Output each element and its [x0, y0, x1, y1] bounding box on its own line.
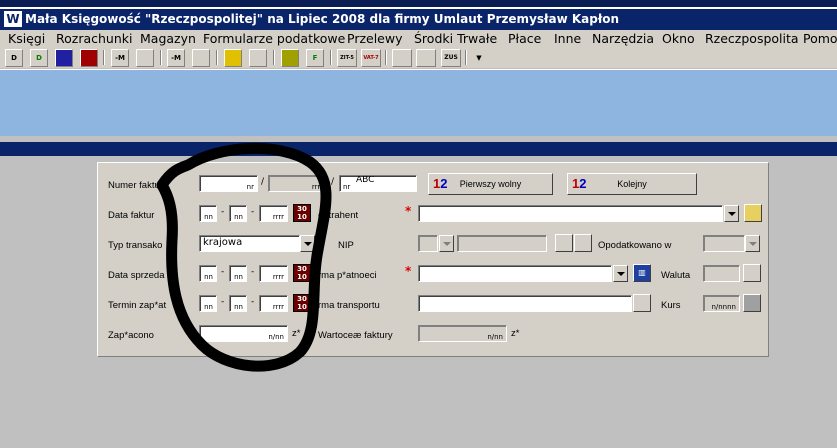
kontrahent-dropdown[interactable] — [724, 205, 739, 222]
kolejny-button[interactable]: 12 Kolejny — [567, 173, 697, 195]
kontrahent-folder-icon[interactable] — [744, 204, 762, 222]
toolbar-zit5-icon[interactable]: ZIT-5 — [337, 49, 357, 67]
numer-suffix-input[interactable]: ABC nr — [339, 175, 417, 192]
toolbar-red-book-icon[interactable] — [80, 49, 98, 67]
menu-srodki-trwale[interactable]: Środki Trwałe — [414, 31, 497, 46]
toolbar-folder-icon[interactable] — [224, 49, 242, 67]
menu-magazyn[interactable]: Magazyn — [140, 31, 196, 46]
toolbar-book-icon[interactable] — [55, 49, 73, 67]
document-header-band — [0, 142, 837, 156]
menu-bar: Księgi Rozrachunki Magazyn Formularze po… — [0, 30, 837, 48]
toolbar-d-green-icon[interactable]: D — [30, 49, 48, 67]
menu-inne[interactable]: Inne — [554, 31, 581, 46]
menu-ksiegi[interactable]: Księgi — [8, 31, 45, 46]
menu-formularze[interactable]: Formularze podatkowe — [203, 31, 345, 46]
kontrahent-input[interactable] — [418, 205, 723, 222]
opodatkowano-dropdown — [745, 235, 760, 252]
title-bar: W Mała Księgowość "Rzeczpospolitej" na L… — [0, 0, 837, 30]
required-mark: * — [405, 204, 412, 218]
menu-rozrachunki[interactable]: Rozrachunki — [56, 31, 132, 46]
data-faktury-label: Data faktur — [108, 210, 155, 221]
kurs-icon — [743, 294, 761, 312]
toolbar-person-icon[interactable] — [249, 49, 267, 67]
bank-icon[interactable]: ▥ — [633, 264, 651, 282]
app-logo-icon[interactable]: W — [4, 11, 22, 27]
waluta-label: Waluta — [661, 270, 691, 281]
nip-input — [457, 235, 547, 252]
opodatkowano-label: Opodatkowano w — [598, 240, 672, 251]
toolbar: D D -M -M F ZIT-5 VAT-7 ZUS ▼ — [0, 48, 837, 68]
kurs-placeholder: n/nnnn — [711, 303, 736, 311]
opodatkowano-select — [703, 235, 745, 252]
wartosc-unit: z* — [511, 328, 520, 339]
toolbar-f-icon[interactable]: F — [306, 49, 324, 67]
hand-drawn-circle-annotation — [156, 143, 332, 372]
toolbar-document2-icon[interactable] — [192, 49, 210, 67]
toolbar-separator — [385, 50, 387, 65]
toolbar-separator — [273, 50, 275, 65]
toolbar-separator — [216, 50, 218, 65]
top-strip — [0, 0, 837, 7]
numer-suffix-value: ABC — [356, 175, 375, 185]
nip-check-icon[interactable] — [555, 234, 573, 252]
toolbar-separator — [330, 50, 332, 65]
toolbar-separator — [103, 50, 105, 65]
forma-transportu-input[interactable] — [418, 295, 632, 312]
nip-prefix-select — [418, 235, 438, 252]
toolbar-m-icon[interactable]: -M — [111, 49, 129, 67]
toolbar-d-white-icon[interactable]: D — [5, 49, 23, 67]
waluta-field — [703, 265, 740, 282]
kurs-label: Kurs — [661, 300, 681, 311]
menu-okno[interactable]: Okno — [662, 31, 695, 46]
toolbar-separator — [465, 50, 467, 65]
kurs-field: n/nnnn — [703, 295, 740, 312]
required-mark: * — [405, 264, 412, 278]
window-title: Mała Księgowość "Rzeczpospolitej" na Lip… — [25, 12, 620, 26]
toolbar-separator — [160, 50, 162, 65]
toolbar-image-icon[interactable] — [281, 49, 299, 67]
menu-rzeczpospolita[interactable]: Rzeczpospolita — [705, 31, 799, 46]
toolbar-document-icon[interactable] — [136, 49, 154, 67]
toolbar-zus-icon[interactable]: ZUS — [441, 49, 461, 67]
wartosc-faktury-field: n/nn — [418, 325, 507, 342]
kolejny-label: Kolejny — [617, 179, 647, 189]
menu-pomoc[interactable]: Pomo — [803, 31, 837, 46]
menu-place[interactable]: Płace — [508, 31, 541, 46]
toolbar-vat7-icon[interactable]: VAT-7 — [361, 49, 381, 67]
waluta-table-icon[interactable] — [743, 264, 761, 282]
toolbar-m2-icon[interactable]: -M — [167, 49, 185, 67]
menu-przelewy[interactable]: Przelewy — [347, 31, 403, 46]
forma-platnosci-select[interactable] — [418, 265, 612, 282]
nip-prefix-dropdown — [439, 235, 454, 252]
pierwszy-wolny-label: Pierwszy wolny — [459, 179, 522, 189]
wartosc-placeholder: n/nn — [487, 333, 503, 341]
toolbar-dropdown-icon[interactable]: ▼ — [470, 49, 488, 67]
toolbar-form-icon[interactable] — [392, 49, 412, 67]
toolbar-form2-icon[interactable] — [416, 49, 436, 67]
nip-lookup-icon[interactable] — [574, 234, 592, 252]
forma-platnosci-dropdown[interactable] — [613, 265, 628, 282]
forma-transportu-list-icon[interactable] — [633, 294, 651, 312]
blue-header-panel — [0, 69, 837, 136]
zaplacono-label: Zap*acono — [108, 330, 154, 341]
menu-narzedzia[interactable]: Narzędzia — [592, 31, 654, 46]
pierwszy-wolny-button[interactable]: 12 Pierwszy wolny — [428, 173, 553, 195]
